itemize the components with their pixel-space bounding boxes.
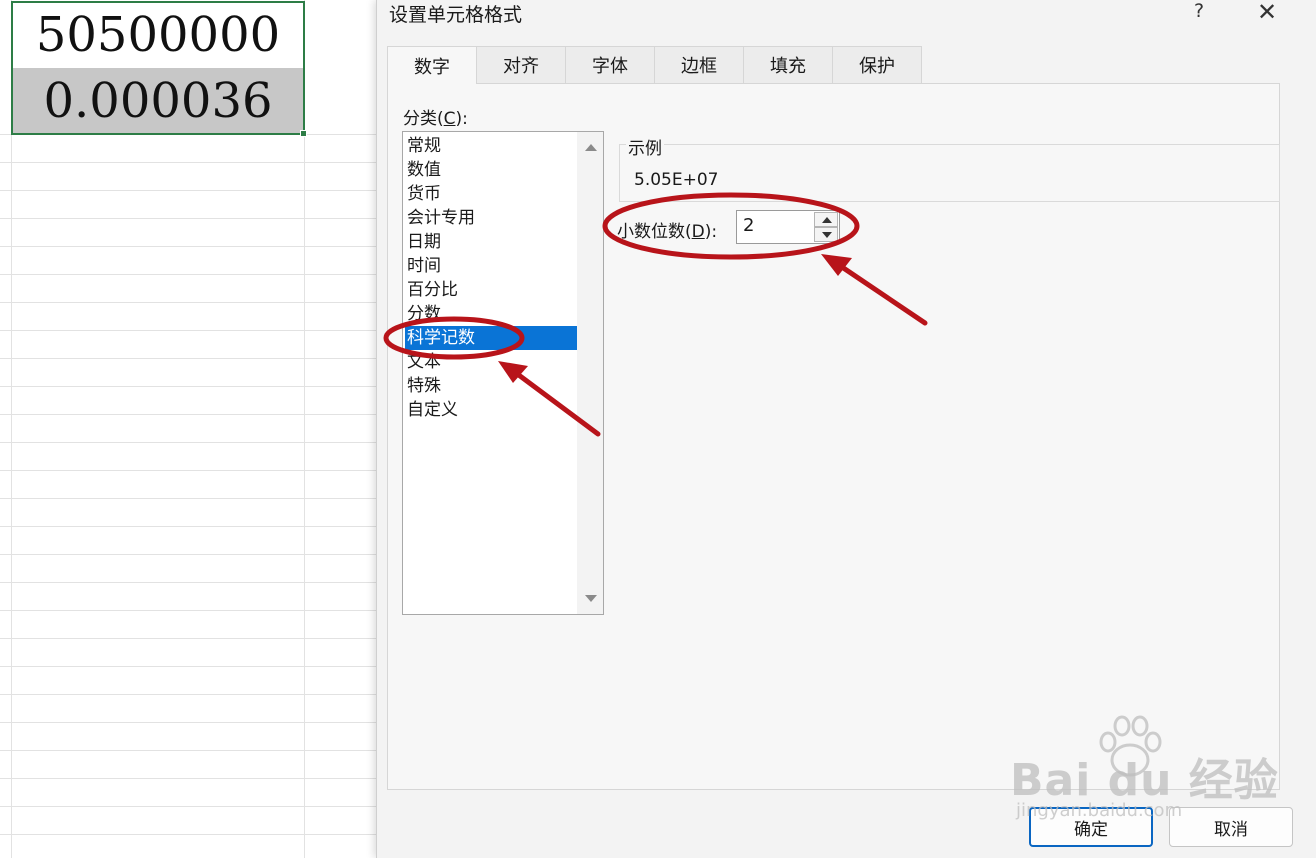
- category-item-special[interactable]: 特殊: [407, 374, 577, 398]
- spin-down-icon[interactable]: [814, 227, 838, 242]
- category-list[interactable]: 常规 数值 货币 会计专用 日期 时间 百分比 分数 科学记数 文本 特殊 自定…: [402, 131, 604, 615]
- category-item-general[interactable]: 常规: [407, 134, 577, 158]
- category-item-time[interactable]: 时间: [407, 254, 577, 278]
- close-button[interactable]: ✕: [1257, 0, 1277, 26]
- tab-protection[interactable]: 保护: [832, 46, 922, 83]
- tab-number[interactable]: 数字: [387, 46, 477, 84]
- category-item-percentage[interactable]: 百分比: [407, 278, 577, 302]
- spin-up-icon[interactable]: [814, 212, 838, 227]
- scroll-down-arrow-icon[interactable]: [585, 595, 597, 602]
- category-label: 分类(C):: [403, 109, 468, 129]
- sample-value: 5.05E+07: [634, 170, 719, 190]
- category-item-accounting[interactable]: 会计专用: [407, 206, 577, 230]
- category-item-date[interactable]: 日期: [407, 230, 577, 254]
- tab-border[interactable]: 边框: [654, 46, 744, 83]
- tab-font[interactable]: 字体: [565, 46, 655, 83]
- scroll-up-arrow-icon[interactable]: [585, 144, 597, 151]
- dialog-title: 设置单元格格式: [389, 4, 523, 26]
- category-scrollbar[interactable]: [577, 132, 603, 614]
- decimal-places-spinner[interactable]: [814, 212, 838, 242]
- tab-fill[interactable]: 填充: [743, 46, 833, 83]
- tab-alignment[interactable]: 对齐: [476, 46, 566, 83]
- decimal-places-label: 小数位数(D):: [617, 222, 718, 242]
- fill-handle[interactable]: [300, 130, 307, 137]
- category-item-custom[interactable]: 自定义: [407, 398, 577, 422]
- category-item-fraction[interactable]: 分数: [407, 302, 577, 326]
- cancel-button[interactable]: 取消: [1169, 807, 1293, 847]
- category-item-text[interactable]: 文本: [407, 350, 577, 374]
- help-button[interactable]: ?: [1194, 0, 1204, 22]
- decimal-places-value: 2: [743, 215, 755, 236]
- ok-button[interactable]: 确定: [1029, 807, 1153, 847]
- decimal-places-input[interactable]: 2: [736, 210, 840, 244]
- tab-bar: 数字 对齐 字体 边框 填充 保护: [387, 46, 922, 84]
- category-item-currency[interactable]: 货币: [407, 182, 577, 206]
- sample-label: 示例: [626, 134, 664, 159]
- category-item-scientific[interactable]: 科学记数: [405, 326, 577, 350]
- category-item-number[interactable]: 数值: [407, 158, 577, 182]
- number-tab-panel: 分类(C): 常规 数值 货币 会计专用 日期 时间 百分比 分数 科学记数 文…: [387, 83, 1280, 790]
- format-cells-dialog: 设置单元格格式 ? ✕ 数字 对齐 字体 边框 填充 保护 分类(C): 常规 …: [376, 0, 1316, 858]
- selection-border: [11, 1, 305, 135]
